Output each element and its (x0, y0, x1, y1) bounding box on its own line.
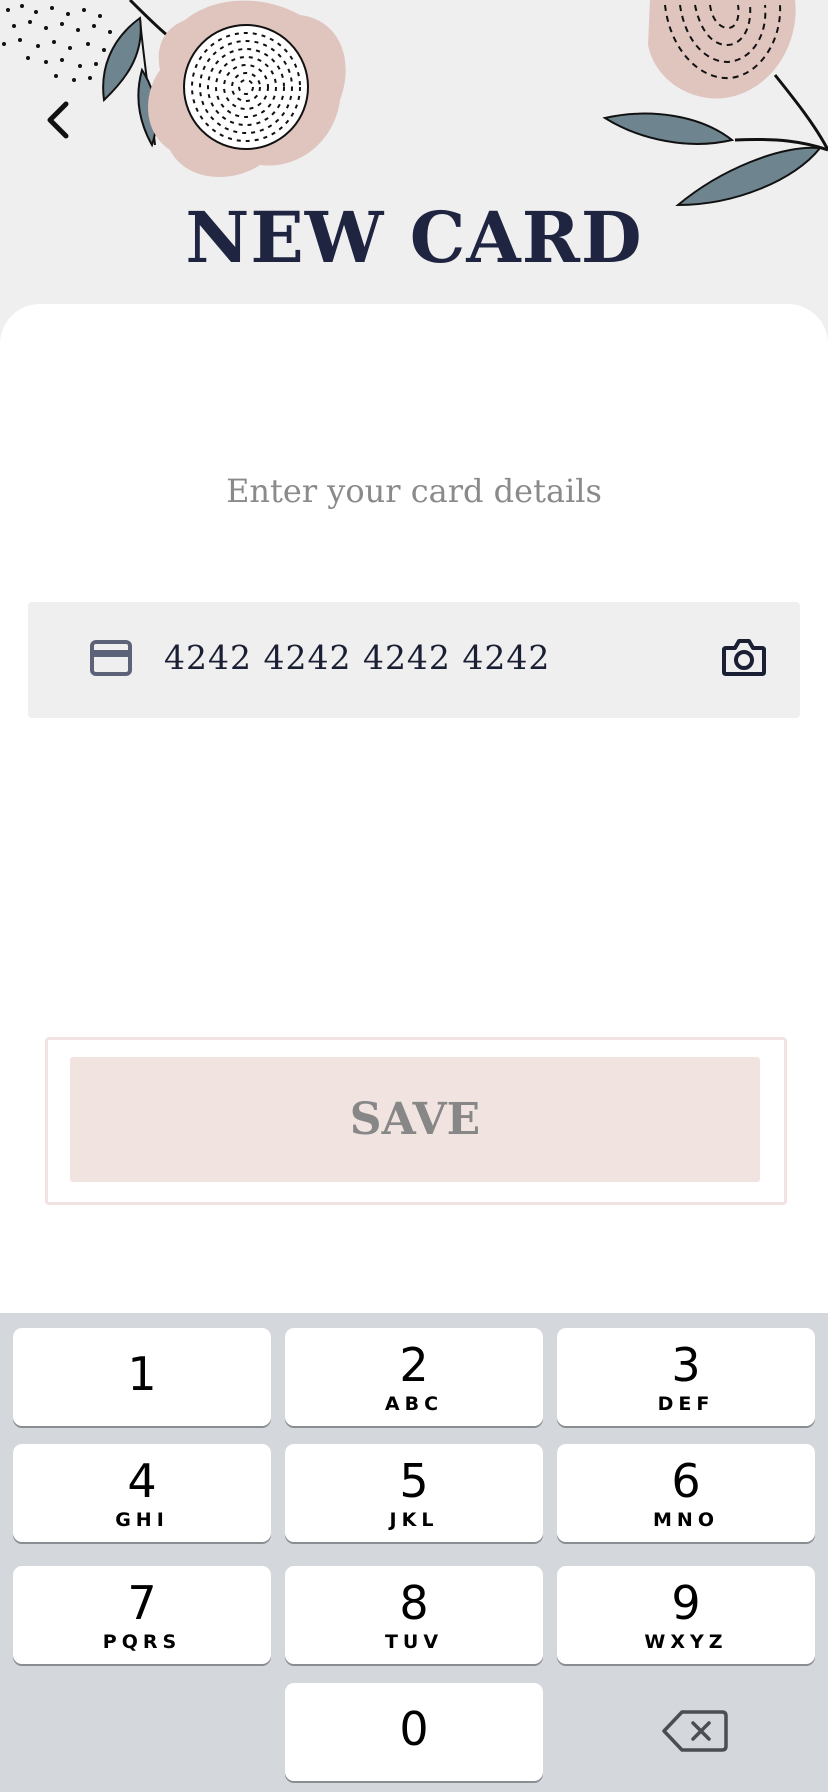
key-letters: DEF (657, 1393, 715, 1415)
key-3[interactable]: 3 DEF (557, 1328, 815, 1426)
save-button-frame: SAVE (45, 1037, 787, 1205)
key-digit: 4 (127, 1454, 157, 1508)
key-4[interactable]: 4 GHI (13, 1444, 271, 1542)
key-digit: 5 (399, 1454, 429, 1508)
content-sheet: Enter your card details 4242 4242 4242 4… (0, 304, 828, 1314)
key-letters: MNO (653, 1509, 719, 1531)
key-letters: ABC (384, 1393, 444, 1415)
key-letters: TUV (384, 1631, 444, 1653)
card-number-value[interactable]: 4242 4242 4242 4242 (164, 638, 550, 677)
key-digit: 7 (127, 1576, 157, 1630)
key-letters: JKL (389, 1509, 439, 1531)
key-digit: 2 (399, 1338, 429, 1392)
page-title: NEW CARD (185, 196, 643, 279)
key-2[interactable]: 2 ABC (285, 1328, 543, 1426)
header: NEW CARD (0, 0, 828, 305)
numeric-keypad: 1 2 ABC 3 DEF 4 GHI 5 JKL 6 MNO 7 PQRS 8… (0, 1313, 828, 1792)
key-5[interactable]: 5 JKL (285, 1444, 543, 1542)
camera-icon[interactable] (722, 636, 766, 678)
form-subtitle: Enter your card details (226, 472, 602, 510)
back-button[interactable] (30, 92, 86, 148)
key-letters: WXYZ (644, 1631, 728, 1653)
key-digit: 8 (399, 1576, 429, 1630)
save-button[interactable]: SAVE (70, 1057, 760, 1182)
key-1[interactable]: 1 (13, 1328, 271, 1426)
card-number-field[interactable]: 4242 4242 4242 4242 (28, 602, 800, 718)
key-7[interactable]: 7 PQRS (13, 1566, 271, 1664)
backspace-icon[interactable] (660, 1706, 730, 1756)
key-0[interactable]: 0 (285, 1683, 543, 1781)
chevron-left-icon (47, 101, 69, 139)
key-digit: 9 (671, 1576, 701, 1630)
key-digit: 1 (127, 1347, 157, 1401)
key-digit: 3 (671, 1338, 701, 1392)
key-9[interactable]: 9 WXYZ (557, 1566, 815, 1664)
credit-card-icon (90, 640, 132, 676)
key-letters: GHI (115, 1509, 169, 1531)
key-letters: PQRS (102, 1631, 182, 1653)
key-8[interactable]: 8 TUV (285, 1566, 543, 1664)
key-6[interactable]: 6 MNO (557, 1444, 815, 1542)
key-digit: 0 (399, 1702, 429, 1756)
key-digit: 6 (671, 1454, 701, 1508)
